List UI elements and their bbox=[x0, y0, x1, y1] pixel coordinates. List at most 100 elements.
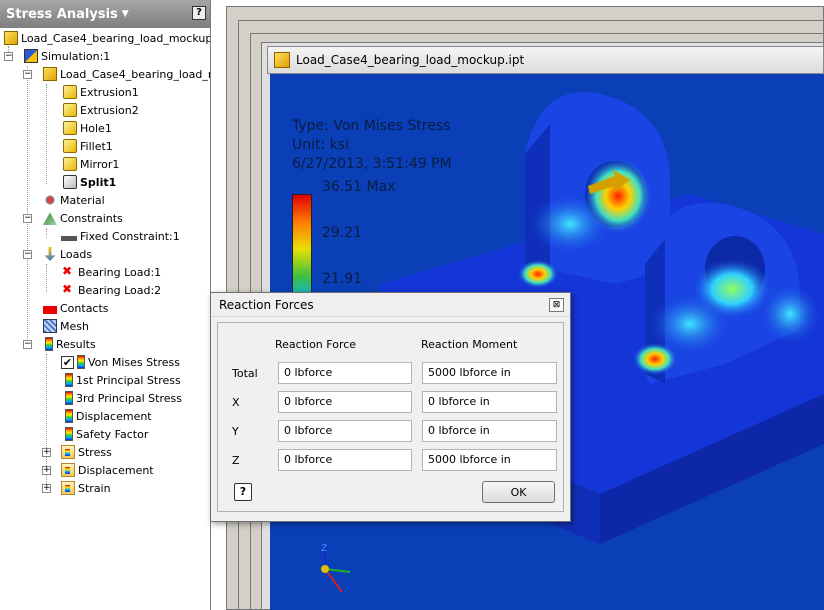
tree-item-simulation[interactable]: Simulation:1 bbox=[24, 47, 110, 65]
document-title: Load_Case4_bearing_load_mockup.ipt bbox=[296, 53, 525, 67]
help-button[interactable]: ? bbox=[234, 483, 252, 501]
tree-item-label: Extrusion1 bbox=[80, 85, 139, 99]
collapse-loads-icon[interactable]: − bbox=[23, 250, 32, 259]
tree-item-label: Displacement bbox=[78, 463, 154, 477]
part-icon bbox=[4, 31, 18, 45]
browser-dropdown-icon[interactable]: ▼ bbox=[122, 9, 129, 19]
tree-item-label: Fillet1 bbox=[80, 139, 113, 153]
legend-header: Type: Von Mises Stress Unit: ksi 6/27/20… bbox=[292, 117, 452, 174]
y-force-field[interactable]: 0 lbforce bbox=[278, 420, 412, 442]
legend-type: Type: Von Mises Stress bbox=[292, 118, 451, 134]
folder-icon bbox=[61, 445, 75, 459]
tree-line bbox=[46, 264, 47, 292]
tree-item-label: Safety Factor bbox=[76, 427, 149, 441]
tree-item-label: Material bbox=[60, 193, 105, 207]
x-moment-field[interactable]: 0 lbforce in bbox=[422, 391, 557, 413]
dialog-title-bar[interactable]: Reaction Forces bbox=[211, 293, 570, 317]
tree-item-feature[interactable]: Extrusion1 bbox=[63, 83, 139, 101]
tree-item-feature[interactable]: Split1 bbox=[63, 173, 116, 191]
von-mises-checkbox[interactable]: ✔ bbox=[61, 355, 74, 369]
tree-item-folder[interactable]: Strain bbox=[61, 479, 111, 497]
tree-item-label: Hole1 bbox=[80, 121, 112, 135]
tree-item-result[interactable]: Displacement bbox=[65, 407, 152, 425]
tree-item-bearing-load[interactable]: Bearing Load:1 bbox=[61, 263, 161, 281]
tree-item-label: Simulation:1 bbox=[41, 49, 111, 63]
tree-item-result[interactable]: ✔ Von Mises Stress bbox=[61, 353, 180, 371]
expand-strain-icon[interactable]: + bbox=[42, 484, 51, 493]
tree-line bbox=[46, 84, 47, 184]
stress-region bbox=[760, 284, 820, 344]
part-icon bbox=[43, 67, 57, 81]
tree-item-folder[interactable]: Displacement bbox=[61, 461, 154, 479]
tree-item-fixed-constraint[interactable]: Fixed Constraint:1 bbox=[61, 227, 180, 245]
tree-item-feature[interactable]: Mirror1 bbox=[63, 155, 119, 173]
tree-item-bearing-load[interactable]: Bearing Load:2 bbox=[61, 281, 161, 299]
x-force-field[interactable]: 0 lbforce bbox=[278, 391, 412, 413]
bearing-load-icon bbox=[61, 282, 75, 297]
stress-hotspot bbox=[518, 260, 558, 288]
tree-item-label: Loads bbox=[60, 247, 93, 261]
split-icon bbox=[63, 175, 77, 189]
total-force-field[interactable]: 0 lbforce bbox=[278, 362, 412, 384]
simulation-icon bbox=[24, 49, 38, 63]
tree-item-label: Contacts bbox=[60, 301, 109, 315]
model-browser: Stress Analysis ▼ ? Load_Case4_bearing_l… bbox=[0, 0, 211, 610]
tree-item-material[interactable]: Material bbox=[43, 191, 105, 209]
tree-item-label: Results bbox=[56, 337, 96, 351]
tree-item-result[interactable]: 3rd Principal Stress bbox=[65, 389, 182, 407]
z-force-field[interactable]: 0 lbforce bbox=[278, 449, 412, 471]
color-scale-icon bbox=[65, 373, 73, 387]
tree-item-loads[interactable]: Loads bbox=[43, 245, 92, 263]
tree-item-constraints[interactable]: Constraints bbox=[43, 209, 123, 227]
ok-button[interactable]: OK bbox=[482, 481, 555, 503]
collapse-constraints-icon[interactable]: − bbox=[23, 214, 32, 223]
tree-item-label: Mirror1 bbox=[80, 157, 120, 171]
results-icon bbox=[45, 337, 53, 351]
collapse-part-icon[interactable]: − bbox=[23, 70, 32, 79]
legend-value: 29.21 bbox=[322, 225, 363, 241]
stress-region bbox=[530, 194, 610, 254]
tree-item-part[interactable]: Load_Case4_bearing_load_mo bbox=[43, 65, 211, 83]
z-moment-field[interactable]: 5000 lbforce in bbox=[422, 449, 557, 471]
tree-line bbox=[27, 66, 28, 347]
tree-item-folder[interactable]: Stress bbox=[61, 443, 112, 461]
tree-item-label: Fixed Constraint:1 bbox=[80, 229, 180, 243]
tree-item-label: Stress bbox=[78, 445, 112, 459]
document-title-bar[interactable]: Load_Case4_bearing_load_mockup.ipt bbox=[267, 46, 824, 74]
collapse-results-icon[interactable]: − bbox=[23, 340, 32, 349]
tree-root[interactable]: Load_Case4_bearing_load_mockup.ipt bbox=[4, 29, 210, 47]
extrusion-icon bbox=[63, 103, 77, 117]
tree-item-feature[interactable]: Hole1 bbox=[63, 119, 112, 137]
tree-item-result[interactable]: 1st Principal Stress bbox=[65, 371, 181, 389]
fillet-icon bbox=[63, 139, 77, 153]
color-scale-icon bbox=[65, 391, 73, 405]
browser-help-icon[interactable]: ? bbox=[192, 6, 206, 20]
y-moment-field[interactable]: 0 lbforce in bbox=[422, 420, 557, 442]
tree-line bbox=[46, 228, 47, 238]
triad-z-label: Z bbox=[321, 544, 328, 554]
bearing-load-icon bbox=[61, 264, 75, 279]
tree-item-mesh[interactable]: Mesh bbox=[43, 317, 89, 335]
total-moment-field[interactable]: 5000 lbforce in bbox=[422, 362, 557, 384]
tree-item-label: Load_Case4_bearing_load_mo bbox=[60, 67, 211, 81]
legend-max-value: 36.51 Max bbox=[322, 179, 396, 195]
tree-item-feature[interactable]: Fillet1 bbox=[63, 137, 113, 155]
stress-hotspot bbox=[633, 343, 677, 375]
expand-displacement-icon[interactable]: + bbox=[42, 466, 51, 475]
legend-color-bar bbox=[292, 194, 312, 304]
tree-item-contacts[interactable]: Contacts bbox=[43, 299, 109, 317]
reaction-forces-dialog[interactable]: Reaction Forces ⊠ Reaction Force Reactio… bbox=[210, 292, 571, 522]
collapse-simulation-icon[interactable]: − bbox=[4, 52, 13, 61]
color-scale-icon bbox=[77, 355, 85, 369]
browser-title-bar[interactable]: Stress Analysis ▼ bbox=[0, 0, 210, 28]
extrusion-icon bbox=[63, 85, 77, 99]
legend-value: 21.91 bbox=[322, 271, 363, 287]
tree-item-result[interactable]: Safety Factor bbox=[65, 425, 148, 443]
tree-item-results[interactable]: Results bbox=[45, 335, 96, 353]
expand-stress-icon[interactable]: + bbox=[42, 448, 51, 457]
folder-icon bbox=[61, 481, 75, 495]
close-icon[interactable]: ⊠ bbox=[549, 298, 564, 312]
part-icon bbox=[274, 52, 290, 68]
tree-item-feature[interactable]: Extrusion2 bbox=[63, 101, 139, 119]
triad-x-axis bbox=[324, 568, 343, 593]
